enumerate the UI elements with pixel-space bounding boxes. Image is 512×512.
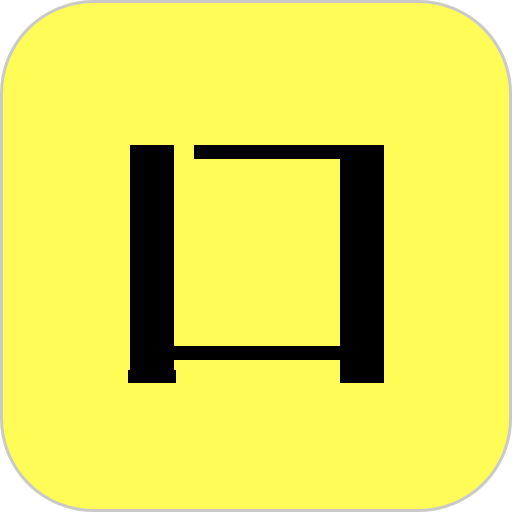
app-icon[interactable] — [0, 0, 512, 512]
logo-left-foot — [128, 370, 176, 383]
app-logo-icon — [0, 0, 512, 512]
logo-top-rail — [194, 145, 344, 159]
logo-bottom-rail — [170, 346, 344, 360]
logo-left-bar — [130, 145, 174, 383]
icon-tile-background — [0, 0, 512, 512]
logo-right-bar — [340, 145, 384, 383]
